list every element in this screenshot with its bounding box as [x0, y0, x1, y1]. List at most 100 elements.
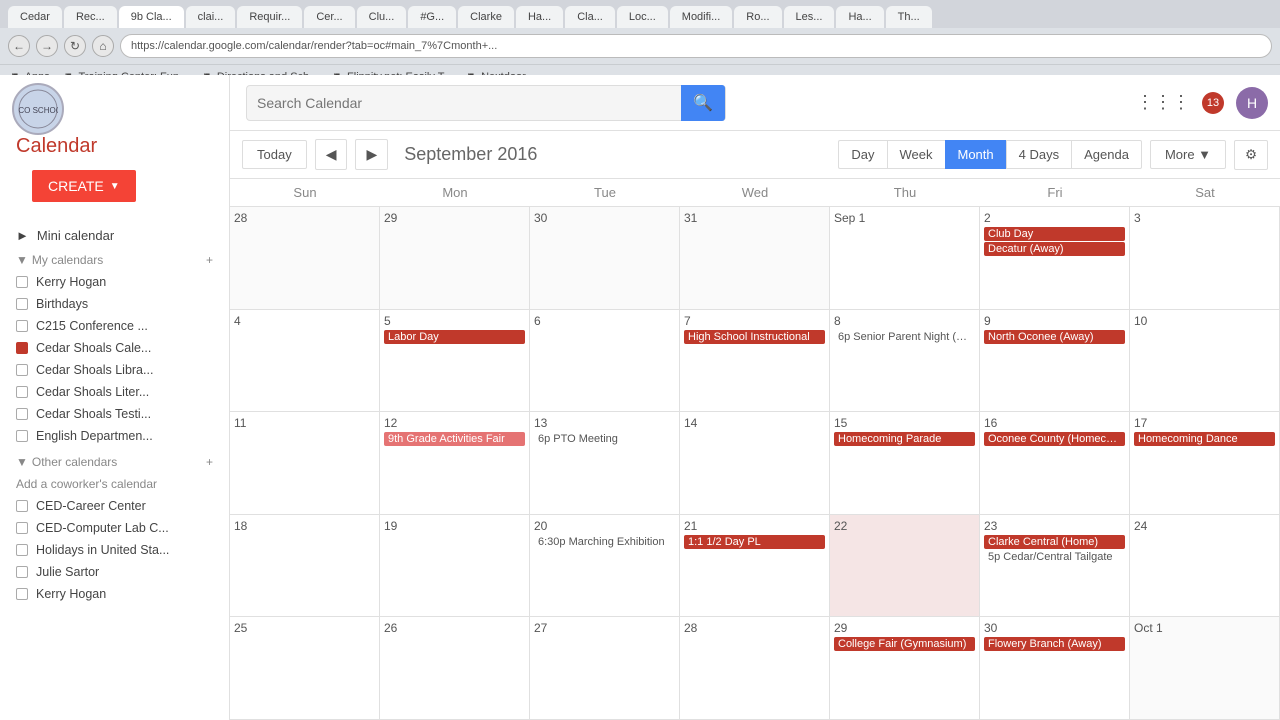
- user-avatar[interactable]: H: [1236, 87, 1268, 119]
- tab-cla2[interactable]: Cla...: [565, 6, 615, 28]
- sidebar-item-kerry-hogan[interactable]: Kerry Hogan: [0, 271, 229, 293]
- day-cell-28-aug[interactable]: 28: [230, 207, 380, 309]
- calendar-checkbox-english[interactable]: [16, 430, 28, 442]
- day-cell-sep21[interactable]: 21 1:1 1/2 Day PL: [680, 515, 830, 617]
- tab-clai[interactable]: clai...: [186, 6, 236, 28]
- url-bar[interactable]: https://calendar.google.com/calendar/ren…: [120, 34, 1272, 58]
- event-decatur-away[interactable]: Decatur (Away): [984, 242, 1125, 256]
- event-9th-grade-fair[interactable]: 9th Grade Activities Fair: [384, 432, 525, 446]
- tab-clarke[interactable]: Clarke: [458, 6, 514, 28]
- day-cell-31-aug[interactable]: 31: [680, 207, 830, 309]
- event-cedar-central-tailgate[interactable]: 5p Cedar/Central Tailgate: [984, 550, 1125, 564]
- event-north-oconee-away[interactable]: North Oconee (Away): [984, 330, 1125, 344]
- tab-loc[interactable]: Loc...: [617, 6, 668, 28]
- tab-les[interactable]: Les...: [784, 6, 835, 28]
- calendar-checkbox-birthdays[interactable]: [16, 298, 28, 310]
- event-homecoming-parade[interactable]: Homecoming Parade: [834, 432, 975, 446]
- day-cell-sep2[interactable]: 2 Club Day Decatur (Away): [980, 207, 1130, 309]
- search-button[interactable]: 🔍: [681, 85, 725, 121]
- day-cell-sep7[interactable]: 7 High School Instructional: [680, 310, 830, 412]
- calendar-checkbox-cedar-liter[interactable]: [16, 386, 28, 398]
- day-cell-sep18[interactable]: 18: [230, 515, 380, 617]
- event-marching-exhibition[interactable]: 6:30p Marching Exhibition: [534, 535, 675, 549]
- sidebar-item-cedar-shoals-testi[interactable]: Cedar Shoals Testi...: [0, 403, 229, 425]
- event-college-fair[interactable]: College Fair (Gymnasium): [834, 637, 975, 651]
- day-cell-sep19[interactable]: 19: [380, 515, 530, 617]
- day-cell-sep13[interactable]: 13 6p PTO Meeting: [530, 412, 680, 514]
- day-cell-sep23[interactable]: 23 Clarke Central (Home) 5p Cedar/Centra…: [980, 515, 1130, 617]
- sidebar-item-english-dept[interactable]: English Departmen...: [0, 425, 229, 447]
- event-senior-parent-night[interactable]: 6p Senior Parent Night (The...: [834, 330, 975, 344]
- tab-ha1[interactable]: Ha...: [516, 6, 563, 28]
- day-cell-sep25[interactable]: 25: [230, 617, 380, 719]
- event-half-day-pl[interactable]: 1:1 1/2 Day PL: [684, 535, 825, 549]
- event-labor-day[interactable]: Labor Day: [384, 330, 525, 344]
- event-hs-instructional[interactable]: High School Instructional: [684, 330, 825, 344]
- day-cell-sep28[interactable]: 28: [680, 617, 830, 719]
- day-cell-sep4[interactable]: 4: [230, 310, 380, 412]
- day-cell-30-aug[interactable]: 30: [530, 207, 680, 309]
- today-button[interactable]: Today: [242, 140, 307, 169]
- notification-count[interactable]: 13: [1202, 92, 1224, 114]
- sidebar-item-birthdays[interactable]: Birthdays: [0, 293, 229, 315]
- tab-th[interactable]: Th...: [886, 6, 932, 28]
- sidebar-item-julie-sartor[interactable]: Julie Sartor: [0, 561, 229, 583]
- day-cell-sep30[interactable]: 30 Flowery Branch (Away): [980, 617, 1130, 719]
- notification-badge[interactable]: 13: [1202, 92, 1224, 114]
- day-cell-sep26[interactable]: 26: [380, 617, 530, 719]
- prev-button[interactable]: ◀: [315, 139, 348, 170]
- day-cell-sep8[interactable]: 8 6p Senior Parent Night (The...: [830, 310, 980, 412]
- refresh-button[interactable]: ↻: [64, 35, 86, 57]
- day-cell-sep16[interactable]: 16 Oconee County (Homecon...: [980, 412, 1130, 514]
- tab-9bcla[interactable]: 9b Cla...: [119, 6, 184, 28]
- day-cell-sep12[interactable]: 12 9th Grade Activities Fair: [380, 412, 530, 514]
- calendar-checkbox-c215[interactable]: [16, 320, 28, 332]
- view-week-button[interactable]: Week: [887, 140, 945, 169]
- home-button[interactable]: ⌂: [92, 35, 114, 57]
- view-day-button[interactable]: Day: [838, 140, 886, 169]
- more-button[interactable]: More ▼: [1150, 140, 1226, 169]
- event-homecoming-dance[interactable]: Homecoming Dance: [1134, 432, 1275, 446]
- back-button[interactable]: ←: [8, 35, 30, 57]
- calendar-checkbox-cedar-libra[interactable]: [16, 364, 28, 376]
- calendar-checkbox-ced-career[interactable]: [16, 500, 28, 512]
- day-cell-sep6[interactable]: 6: [530, 310, 680, 412]
- tab-requir[interactable]: Requir...: [237, 6, 302, 28]
- day-cell-sep5[interactable]: 5 Labor Day: [380, 310, 530, 412]
- sidebar-item-holidays[interactable]: Holidays in United Sta...: [0, 539, 229, 561]
- tab-modifi[interactable]: Modifi...: [670, 6, 733, 28]
- create-button[interactable]: CREATE ▼: [32, 170, 136, 202]
- day-cell-oct1[interactable]: Oct 1: [1130, 617, 1280, 719]
- other-calendars-toggle[interactable]: ▼ Other calendars +: [0, 451, 229, 473]
- calendar-checkbox-julie[interactable]: [16, 566, 28, 578]
- sidebar-item-c215[interactable]: C215 Conference ...: [0, 315, 229, 337]
- day-cell-sep3[interactable]: 3: [1130, 207, 1280, 309]
- tab-cer[interactable]: Cer...: [304, 6, 354, 28]
- forward-button[interactable]: →: [36, 35, 58, 57]
- day-cell-sep29[interactable]: 29 College Fair (Gymnasium): [830, 617, 980, 719]
- event-flowery-branch-away[interactable]: Flowery Branch (Away): [984, 637, 1125, 651]
- calendar-checkbox-cedar-shoals[interactable]: [16, 342, 28, 354]
- tab-g[interactable]: #G...: [408, 6, 456, 28]
- add-calendar-icon[interactable]: +: [206, 253, 213, 267]
- day-cell-sep11[interactable]: 11: [230, 412, 380, 514]
- settings-button[interactable]: ⚙: [1234, 140, 1268, 170]
- my-calendars-toggle[interactable]: ▼ My calendars +: [0, 249, 229, 271]
- event-club-day[interactable]: Club Day: [984, 227, 1125, 241]
- sidebar-item-cedar-shoals-cale[interactable]: Cedar Shoals Cale...: [0, 337, 229, 359]
- day-cell-29-aug[interactable]: 29: [380, 207, 530, 309]
- sidebar-item-ced-computer[interactable]: CED-Computer Lab C...: [0, 517, 229, 539]
- calendar-checkbox-kerry-other[interactable]: [16, 588, 28, 600]
- sidebar-item-ced-career[interactable]: CED-Career Center: [0, 495, 229, 517]
- day-cell-sep9[interactable]: 9 North Oconee (Away): [980, 310, 1130, 412]
- sidebar-item-cedar-shoals-liter[interactable]: Cedar Shoals Liter...: [0, 381, 229, 403]
- sidebar-item-kerry-hogan-other[interactable]: Kerry Hogan: [0, 583, 229, 605]
- day-cell-sep1[interactable]: Sep 1: [830, 207, 980, 309]
- sidebar-item-mini-calendar[interactable]: ► Mini calendar: [0, 224, 229, 247]
- view-month-button[interactable]: Month: [945, 140, 1006, 169]
- event-clarke-central-home[interactable]: Clarke Central (Home): [984, 535, 1125, 549]
- event-pto-meeting[interactable]: 6p PTO Meeting: [534, 432, 675, 446]
- day-cell-sep24[interactable]: 24: [1130, 515, 1280, 617]
- tab-clu[interactable]: Clu...: [357, 6, 407, 28]
- next-button[interactable]: ▶: [355, 139, 388, 170]
